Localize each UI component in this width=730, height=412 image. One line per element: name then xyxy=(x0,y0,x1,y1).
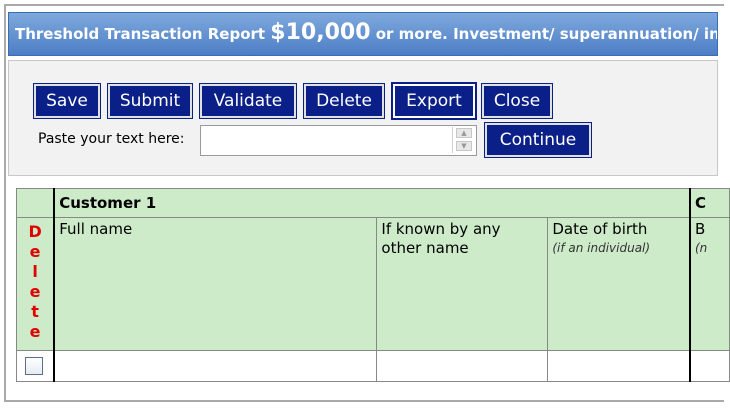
next-cell[interactable] xyxy=(689,350,730,382)
next-section-title: C xyxy=(689,188,730,218)
next-column-header: B (n xyxy=(689,217,730,351)
title-suffix: or more. Investment/ superannuation/ ins xyxy=(370,25,718,43)
delete-row-checkbox[interactable] xyxy=(25,357,43,375)
title-amount: $10,000 xyxy=(270,20,371,45)
column-header-row: D e l e t e Full name If known by any ot… xyxy=(16,217,730,351)
continue-button[interactable]: Continue xyxy=(484,122,592,158)
scroll-down-icon[interactable]: ▼ xyxy=(456,141,472,151)
customer-table: Customer 1 C D e l e t e Full name If kn… xyxy=(16,188,730,382)
other-name-label: If known by any other name xyxy=(381,220,501,257)
delete-header-cell xyxy=(16,188,56,218)
report-title-bar: Threshold Transaction Report $10,000 or … xyxy=(8,12,718,56)
toolbar-panel xyxy=(8,60,718,176)
paste-text-input[interactable] xyxy=(200,125,477,156)
submit-button[interactable]: Submit xyxy=(107,83,193,119)
next-column-label: B xyxy=(694,220,706,238)
other-name-header: If known by any other name xyxy=(376,217,549,351)
full-name-label: Full name xyxy=(59,220,133,238)
delete-cell xyxy=(16,350,56,382)
delete-letter: l xyxy=(32,262,38,281)
delete-button[interactable]: Delete xyxy=(303,83,385,119)
full-name-header: Full name xyxy=(53,217,378,351)
delete-letter: t xyxy=(31,302,39,321)
customer-section-title: Customer 1 xyxy=(53,188,691,218)
next-column-note: (n xyxy=(694,241,708,255)
full-name-cell[interactable] xyxy=(53,350,378,382)
table-row xyxy=(16,350,730,382)
dob-label: Date of birth xyxy=(552,220,648,238)
other-name-cell[interactable] xyxy=(376,350,549,382)
export-button[interactable]: Export xyxy=(391,82,477,120)
customer-section-header: Customer 1 C xyxy=(16,188,730,218)
title-prefix: Threshold Transaction Report xyxy=(15,25,271,43)
validate-button[interactable]: Validate xyxy=(199,83,297,119)
delete-column-header: D e l e t e xyxy=(16,217,56,351)
paste-label: Paste your text here: xyxy=(38,131,185,147)
paste-input-spinner[interactable]: ▲ ▼ xyxy=(452,127,475,153)
save-button[interactable]: Save xyxy=(33,83,101,119)
close-button[interactable]: Close xyxy=(481,83,553,119)
dob-header: Date of birth (if an individual) xyxy=(547,217,691,351)
dob-cell[interactable] xyxy=(547,350,691,382)
dob-note: (if an individual) xyxy=(552,241,651,255)
delete-letter: e xyxy=(29,242,41,261)
scroll-up-icon[interactable]: ▲ xyxy=(456,128,472,138)
delete-letter: e xyxy=(29,282,41,301)
delete-letter: e xyxy=(29,322,41,341)
delete-letter: D xyxy=(28,222,42,241)
